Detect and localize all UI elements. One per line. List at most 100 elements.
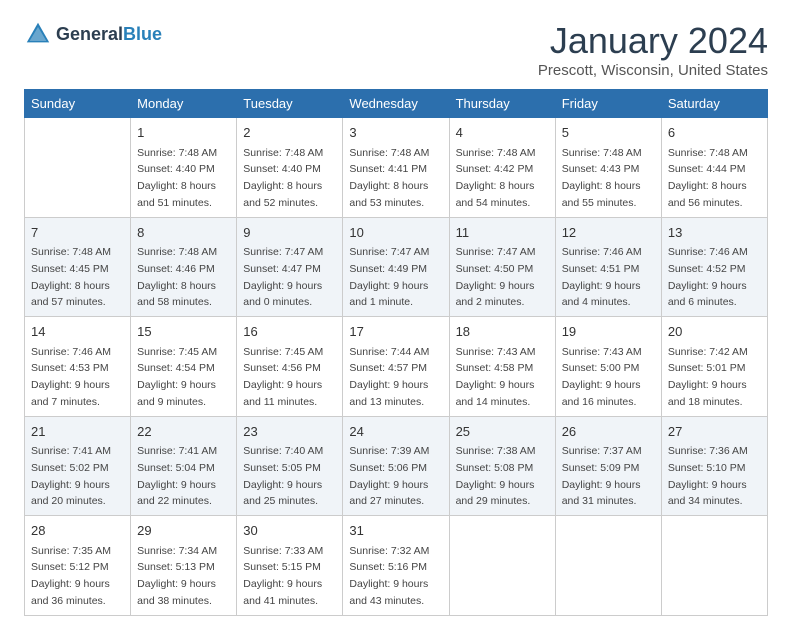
day-number: 11	[456, 223, 549, 243]
calendar-cell: 22 Sunrise: 7:41 AMSunset: 5:04 PMDayligh…	[131, 416, 237, 516]
cell-text: Sunrise: 7:48 AMSunset: 4:46 PMDaylight:…	[137, 246, 217, 308]
header-row: Sunday Monday Tuesday Wednesday Thursday…	[25, 90, 768, 118]
calendar-cell: 26 Sunrise: 7:37 AMSunset: 5:09 PMDayligh…	[555, 416, 661, 516]
day-number: 3	[349, 123, 442, 143]
cell-text: Sunrise: 7:41 AMSunset: 5:04 PMDaylight:…	[137, 445, 217, 507]
day-number: 25	[456, 422, 549, 442]
calendar-cell: 7Sunrise: 7:48 AMSunset: 4:45 PMDaylight…	[25, 217, 131, 317]
calendar-cell: 17 Sunrise: 7:44 AMSunset: 4:57 PMDayligh…	[343, 317, 449, 417]
logo: GeneralBlue	[24, 20, 162, 48]
cell-text: Sunrise: 7:44 AMSunset: 4:57 PMDaylight:…	[349, 346, 429, 408]
day-number: 27	[668, 422, 761, 442]
logo-text: GeneralBlue	[56, 24, 162, 45]
day-number: 5	[562, 123, 655, 143]
calendar-cell: 9Sunrise: 7:47 AMSunset: 4:47 PMDaylight…	[237, 217, 343, 317]
day-number: 26	[562, 422, 655, 442]
cell-text: Sunrise: 7:35 AMSunset: 5:12 PMDaylight:…	[31, 545, 111, 607]
day-number: 18	[456, 322, 549, 342]
cell-text: Sunrise: 7:48 AMSunset: 4:41 PMDaylight:…	[349, 147, 429, 209]
calendar-cell: 13Sunrise: 7:46 AMSunset: 4:52 PMDayligh…	[661, 217, 767, 317]
cell-text: Sunrise: 7:47 AMSunset: 4:49 PMDaylight:…	[349, 246, 429, 308]
col-thursday: Thursday	[449, 90, 555, 118]
cell-text: Sunrise: 7:39 AMSunset: 5:06 PMDaylight:…	[349, 445, 429, 507]
cell-text: Sunrise: 7:48 AMSunset: 4:43 PMDaylight:…	[562, 147, 642, 209]
calendar-cell: 31 Sunrise: 7:32 AMSunset: 5:16 PMDayligh…	[343, 516, 449, 616]
cell-text: Sunrise: 7:41 AMSunset: 5:02 PMDaylight:…	[31, 445, 111, 507]
cell-text: Sunrise: 7:43 AMSunset: 4:58 PMDaylight:…	[456, 346, 536, 408]
cell-text: Sunrise: 7:45 AMSunset: 4:54 PMDaylight:…	[137, 346, 217, 408]
calendar-cell: 10 Sunrise: 7:47 AMSunset: 4:49 PMDayligh…	[343, 217, 449, 317]
cell-text: Sunrise: 7:43 AMSunset: 5:00 PMDaylight:…	[562, 346, 642, 408]
calendar-table: Sunday Monday Tuesday Wednesday Thursday…	[24, 89, 768, 616]
page-container: GeneralBlue January 2024 Prescott, Wisco…	[24, 20, 768, 616]
day-number: 20	[668, 322, 761, 342]
cell-text: Sunrise: 7:48 AMSunset: 4:40 PMDaylight:…	[137, 147, 217, 209]
day-number: 16	[243, 322, 336, 342]
calendar-cell: 4 Sunrise: 7:48 AMSunset: 4:42 PMDaylight…	[449, 118, 555, 218]
day-number: 8	[137, 223, 230, 243]
week-row-2: 7Sunrise: 7:48 AMSunset: 4:45 PMDaylight…	[25, 217, 768, 317]
day-number: 14	[31, 322, 124, 342]
cell-text: Sunrise: 7:46 AMSunset: 4:51 PMDaylight:…	[562, 246, 642, 308]
col-saturday: Saturday	[661, 90, 767, 118]
calendar-cell: 3 Sunrise: 7:48 AMSunset: 4:41 PMDaylight…	[343, 118, 449, 218]
calendar-cell: 6 Sunrise: 7:48 AMSunset: 4:44 PMDaylight…	[661, 118, 767, 218]
calendar-cell: 11Sunrise: 7:47 AMSunset: 4:50 PMDayligh…	[449, 217, 555, 317]
day-number: 2	[243, 123, 336, 143]
col-wednesday: Wednesday	[343, 90, 449, 118]
cell-text: Sunrise: 7:45 AMSunset: 4:56 PMDaylight:…	[243, 346, 323, 408]
day-number: 19	[562, 322, 655, 342]
day-number: 6	[668, 123, 761, 143]
calendar-cell: 28 Sunrise: 7:35 AMSunset: 5:12 PMDayligh…	[25, 516, 131, 616]
calendar-cell: 8 Sunrise: 7:48 AMSunset: 4:46 PMDaylight…	[131, 217, 237, 317]
calendar-cell: 16 Sunrise: 7:45 AMSunset: 4:56 PMDayligh…	[237, 317, 343, 417]
calendar-cell	[449, 516, 555, 616]
cell-text: Sunrise: 7:38 AMSunset: 5:08 PMDaylight:…	[456, 445, 536, 507]
cell-text: Sunrise: 7:48 AMSunset: 4:44 PMDaylight:…	[668, 147, 748, 209]
cell-text: Sunrise: 7:42 AMSunset: 5:01 PMDaylight:…	[668, 346, 748, 408]
cell-text: Sunrise: 7:48 AMSunset: 4:42 PMDaylight:…	[456, 147, 536, 209]
cell-text: Sunrise: 7:37 AMSunset: 5:09 PMDaylight:…	[562, 445, 642, 507]
cell-text: Sunrise: 7:46 AMSunset: 4:52 PMDaylight:…	[668, 246, 748, 308]
calendar-cell: 30 Sunrise: 7:33 AMSunset: 5:15 PMDayligh…	[237, 516, 343, 616]
calendar-cell: 18 Sunrise: 7:43 AMSunset: 4:58 PMDayligh…	[449, 317, 555, 417]
day-number: 9	[243, 223, 336, 243]
calendar-cell	[661, 516, 767, 616]
cell-text: Sunrise: 7:34 AMSunset: 5:13 PMDaylight:…	[137, 545, 217, 607]
day-number: 22	[137, 422, 230, 442]
cell-text: Sunrise: 7:36 AMSunset: 5:10 PMDaylight:…	[668, 445, 748, 507]
day-number: 24	[349, 422, 442, 442]
cell-text: Sunrise: 7:33 AMSunset: 5:15 PMDaylight:…	[243, 545, 323, 607]
day-number: 15	[137, 322, 230, 342]
day-number: 17	[349, 322, 442, 342]
month-title: January 2024	[538, 20, 768, 62]
calendar-cell: 25 Sunrise: 7:38 AMSunset: 5:08 PMDayligh…	[449, 416, 555, 516]
week-row-3: 14Sunrise: 7:46 AMSunset: 4:53 PMDayligh…	[25, 317, 768, 417]
logo-general: General	[56, 24, 123, 44]
col-sunday: Sunday	[25, 90, 131, 118]
day-number: 31	[349, 521, 442, 541]
day-number: 12	[562, 223, 655, 243]
calendar-cell	[25, 118, 131, 218]
title-area: January 2024 Prescott, Wisconsin, United…	[538, 20, 768, 79]
logo-blue: Blue	[123, 24, 162, 44]
header: GeneralBlue January 2024 Prescott, Wisco…	[24, 20, 768, 79]
col-friday: Friday	[555, 90, 661, 118]
day-number: 4	[456, 123, 549, 143]
day-number: 7	[31, 223, 124, 243]
day-number: 28	[31, 521, 124, 541]
day-number: 10	[349, 223, 442, 243]
calendar-cell: 29Sunrise: 7:34 AMSunset: 5:13 PMDayligh…	[131, 516, 237, 616]
calendar-cell: 2Sunrise: 7:48 AMSunset: 4:40 PMDaylight…	[237, 118, 343, 218]
calendar-cell: 19 Sunrise: 7:43 AMSunset: 5:00 PMDayligh…	[555, 317, 661, 417]
day-number: 23	[243, 422, 336, 442]
day-number: 30	[243, 521, 336, 541]
col-monday: Monday	[131, 90, 237, 118]
calendar-cell: 15 Sunrise: 7:45 AMSunset: 4:54 PMDayligh…	[131, 317, 237, 417]
week-row-1: 1Sunrise: 7:48 AMSunset: 4:40 PMDaylight…	[25, 118, 768, 218]
calendar-cell: 20 Sunrise: 7:42 AMSunset: 5:01 PMDayligh…	[661, 317, 767, 417]
calendar-cell: 12 Sunrise: 7:46 AMSunset: 4:51 PMDayligh…	[555, 217, 661, 317]
cell-text: Sunrise: 7:32 AMSunset: 5:16 PMDaylight:…	[349, 545, 429, 607]
calendar-cell: 14Sunrise: 7:46 AMSunset: 4:53 PMDayligh…	[25, 317, 131, 417]
calendar-cell: 23Sunrise: 7:40 AMSunset: 5:05 PMDayligh…	[237, 416, 343, 516]
